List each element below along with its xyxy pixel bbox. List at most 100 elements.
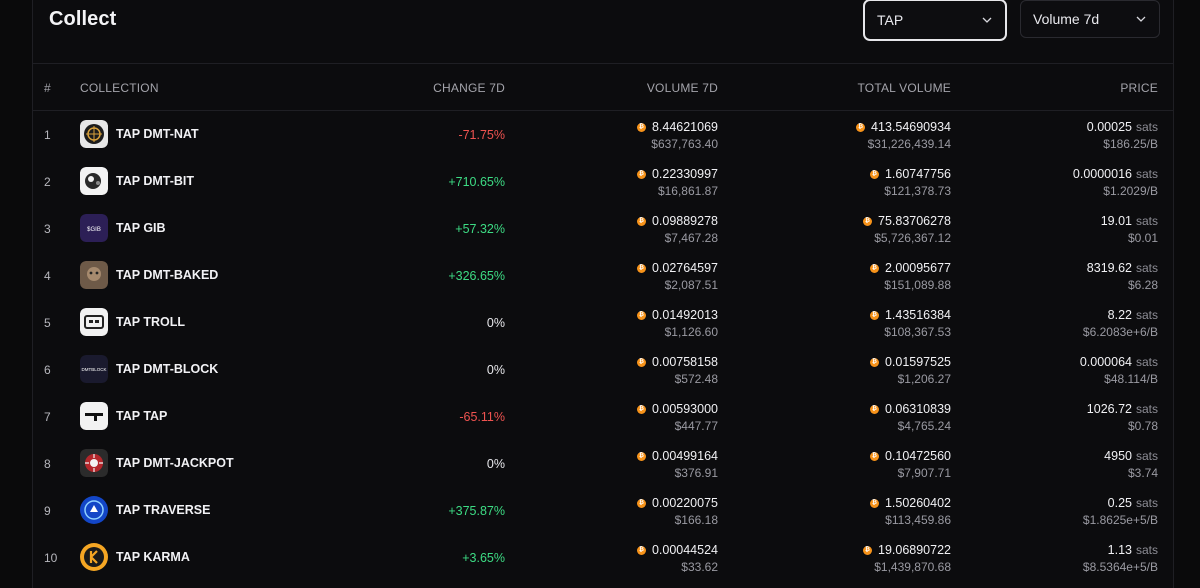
table-row[interactable]: 9 TAP TRAVERSE +375.87% ₿ 0.00220075 $166…	[33, 487, 1173, 534]
table-row[interactable]: 5 TAP TROLL 0% ₿ 0.01492013 $1,126.60 ₿ 1.…	[33, 299, 1173, 346]
change-7d: +375.87%	[448, 504, 505, 518]
column-header-volume[interactable]: VOLUME 7D	[647, 81, 718, 95]
table-row[interactable]: 3 $GIB TAP GIB +57.32% ₿ 0.09889278 $7,46…	[33, 205, 1173, 252]
bitcoin-icon: ₿	[869, 404, 879, 414]
total-volume: ₿ 413.54690934 $31,226,439.14	[856, 121, 951, 150]
price-usd: $1.2029/B	[1103, 183, 1158, 198]
column-header-collection[interactable]: COLLECTION	[80, 81, 159, 95]
total-volume: ₿ 0.06310839 $4,765.24	[869, 402, 951, 432]
collection-logo	[80, 308, 108, 336]
price-sats: 8319.62	[1086, 261, 1132, 275]
price-usd: $48.114/B	[1104, 371, 1158, 386]
table-row[interactable]: 8 TAP DMT-JACKPOT 0% ₿ 0.00499164 $376.91…	[33, 440, 1173, 487]
column-header-total-volume[interactable]: TOTAL VOLUME	[857, 81, 951, 95]
table-row[interactable]: 4 TAP DMT-BAKED +326.65% ₿ 0.02764597 $2,…	[33, 252, 1173, 299]
price: 0.000064 sats $48.114/B	[1080, 356, 1158, 385]
total-btc: 0.06310839	[884, 402, 951, 416]
collection-name[interactable]: TAP TRAVERSE	[116, 503, 210, 517]
bitcoin-icon: ₿	[636, 357, 646, 367]
total-btc: 1.60747756	[884, 167, 951, 181]
total-usd: $108,367.53	[884, 324, 951, 339]
bitcoin-icon: ₿	[869, 169, 879, 179]
collection-name[interactable]: TAP TROLL	[116, 315, 185, 329]
total-volume: ₿ 19.06890722 $1,439,870.68	[863, 544, 951, 573]
price-unit: sats	[1135, 402, 1158, 416]
bitcoin-icon: ₿	[636, 216, 646, 226]
collection-logo: DMTBLOCK	[80, 355, 108, 383]
price-unit: sats	[1135, 214, 1158, 228]
volume-7d: ₿ 0.00044524 $33.62	[636, 544, 718, 573]
table-row[interactable]: 2 TAP DMT-BIT +710.65% ₿ 0.22330997 $16,8…	[33, 158, 1173, 205]
row-rank: 2	[44, 175, 51, 189]
change-7d: 0%	[486, 316, 505, 330]
price: 0.25 sats $1.8625e+5/B	[1083, 497, 1158, 526]
bitcoin-icon: ₿	[636, 263, 646, 273]
change-7d: 0%	[486, 363, 505, 377]
volume-7d: ₿ 0.00593000 $447.77	[636, 403, 718, 432]
collection-name[interactable]: TAP DMT-JACKPOT	[116, 456, 234, 470]
volume-7d: ₿ 0.00758158 $572.48	[636, 356, 718, 385]
collection-name[interactable]: TAP DMT-BLOCK	[116, 362, 218, 376]
price-unit: sats	[1135, 120, 1158, 134]
collection-name[interactable]: TAP DMT-BIT	[116, 174, 194, 188]
total-usd: $5,726,367.12	[874, 230, 951, 245]
bitcoin-icon: ₿	[636, 122, 646, 132]
collection-name[interactable]: TAP DMT-BAKED	[116, 268, 218, 282]
volume-7d: ₿ 0.00499164 $376.91	[636, 450, 718, 479]
change-7d: +3.65%	[462, 551, 505, 565]
change-7d: 0%	[486, 457, 505, 471]
period-select[interactable]: Volume 7d	[1020, 0, 1160, 38]
row-rank: 8	[44, 457, 51, 471]
price-usd: $0.78	[1127, 418, 1158, 433]
collection-logo	[80, 120, 108, 148]
price: 0.00025 sats $186.25/B	[1087, 121, 1158, 150]
price-sats: 0.000064	[1079, 355, 1132, 369]
price-usd: $6.2083e+6/B	[1082, 324, 1158, 339]
price-sats: 1026.72	[1086, 402, 1132, 416]
collection-name[interactable]: TAP TAP	[116, 409, 167, 423]
volume-btc: 8.44621069	[651, 120, 718, 134]
bitcoin-icon: ₿	[869, 357, 879, 367]
bitcoin-icon: ₿	[636, 545, 646, 555]
table-row[interactable]: 1 TAP DMT-NAT -71.75% ₿ 8.44621069 $637,7…	[33, 111, 1173, 158]
page-title: Collect	[49, 8, 117, 30]
row-rank: 3	[44, 222, 51, 236]
header-divider	[33, 63, 1173, 64]
total-usd: $1,206.27	[897, 371, 951, 386]
volume-7d: ₿ 0.22330997 $16,861.87	[636, 168, 718, 197]
volume-7d: ₿ 0.01492013 $1,126.60	[636, 309, 718, 338]
collection-name[interactable]: TAP KARMA	[116, 550, 190, 564]
price: 1.13 sats $8.5364e+5/B	[1083, 544, 1158, 573]
total-volume: ₿ 1.50260402 $113,459.86	[869, 496, 951, 526]
row-rank: 10	[44, 551, 58, 565]
total-volume: ₿ 0.10472560 $7,907.71	[869, 450, 951, 479]
collection-name[interactable]: TAP GIB	[116, 221, 166, 235]
price-sats: 8.22	[1107, 308, 1132, 322]
row-rank: 5	[44, 316, 51, 330]
bitcoin-icon: ₿	[863, 216, 872, 226]
collection-name[interactable]: TAP DMT-NAT	[116, 127, 199, 141]
total-usd: $151,089.88	[884, 277, 951, 292]
total-btc: 1.50260402	[884, 496, 951, 510]
table-row[interactable]: 7 TAP TAP -65.11% ₿ 0.00593000 $447.77 ₿ 0…	[33, 393, 1173, 440]
price-sats: 0.0000016	[1072, 167, 1132, 181]
price: 8319.62 sats $6.28	[1087, 262, 1158, 291]
volume-7d: ₿ 0.02764597 $2,087.51	[636, 262, 718, 291]
total-volume: ₿ 2.00095677 $151,089.88	[869, 262, 951, 292]
collection-logo: $GIB	[80, 214, 108, 242]
price: 1026.72 sats $0.78	[1087, 403, 1158, 432]
collection-logo	[80, 543, 108, 571]
price-unit: sats	[1135, 167, 1158, 181]
collect-panel: Collect TAP Volume 7d # COLLECTION CHANG…	[32, 0, 1174, 588]
total-btc: 19.06890722	[878, 543, 951, 557]
volume-7d: ₿ 0.09889278 $7,467.28	[636, 215, 718, 244]
volume-usd: $166.18	[674, 512, 718, 527]
bitcoin-icon: ₿	[636, 451, 646, 461]
table-row[interactable]: 6 DMTBLOCK TAP DMT-BLOCK 0% ₿ 0.00758158 …	[33, 346, 1173, 393]
svg-text:$GIB: $GIB	[87, 227, 101, 233]
table-row[interactable]: 10 TAP KARMA +3.65% ₿ 0.00044524 $33.62 ₿…	[33, 534, 1173, 581]
column-header-change[interactable]: CHANGE 7D	[433, 81, 505, 95]
column-header-price[interactable]: PRICE	[1120, 81, 1158, 95]
collection-filter-select[interactable]: TAP	[863, 0, 1007, 41]
row-rank: 4	[44, 269, 51, 283]
